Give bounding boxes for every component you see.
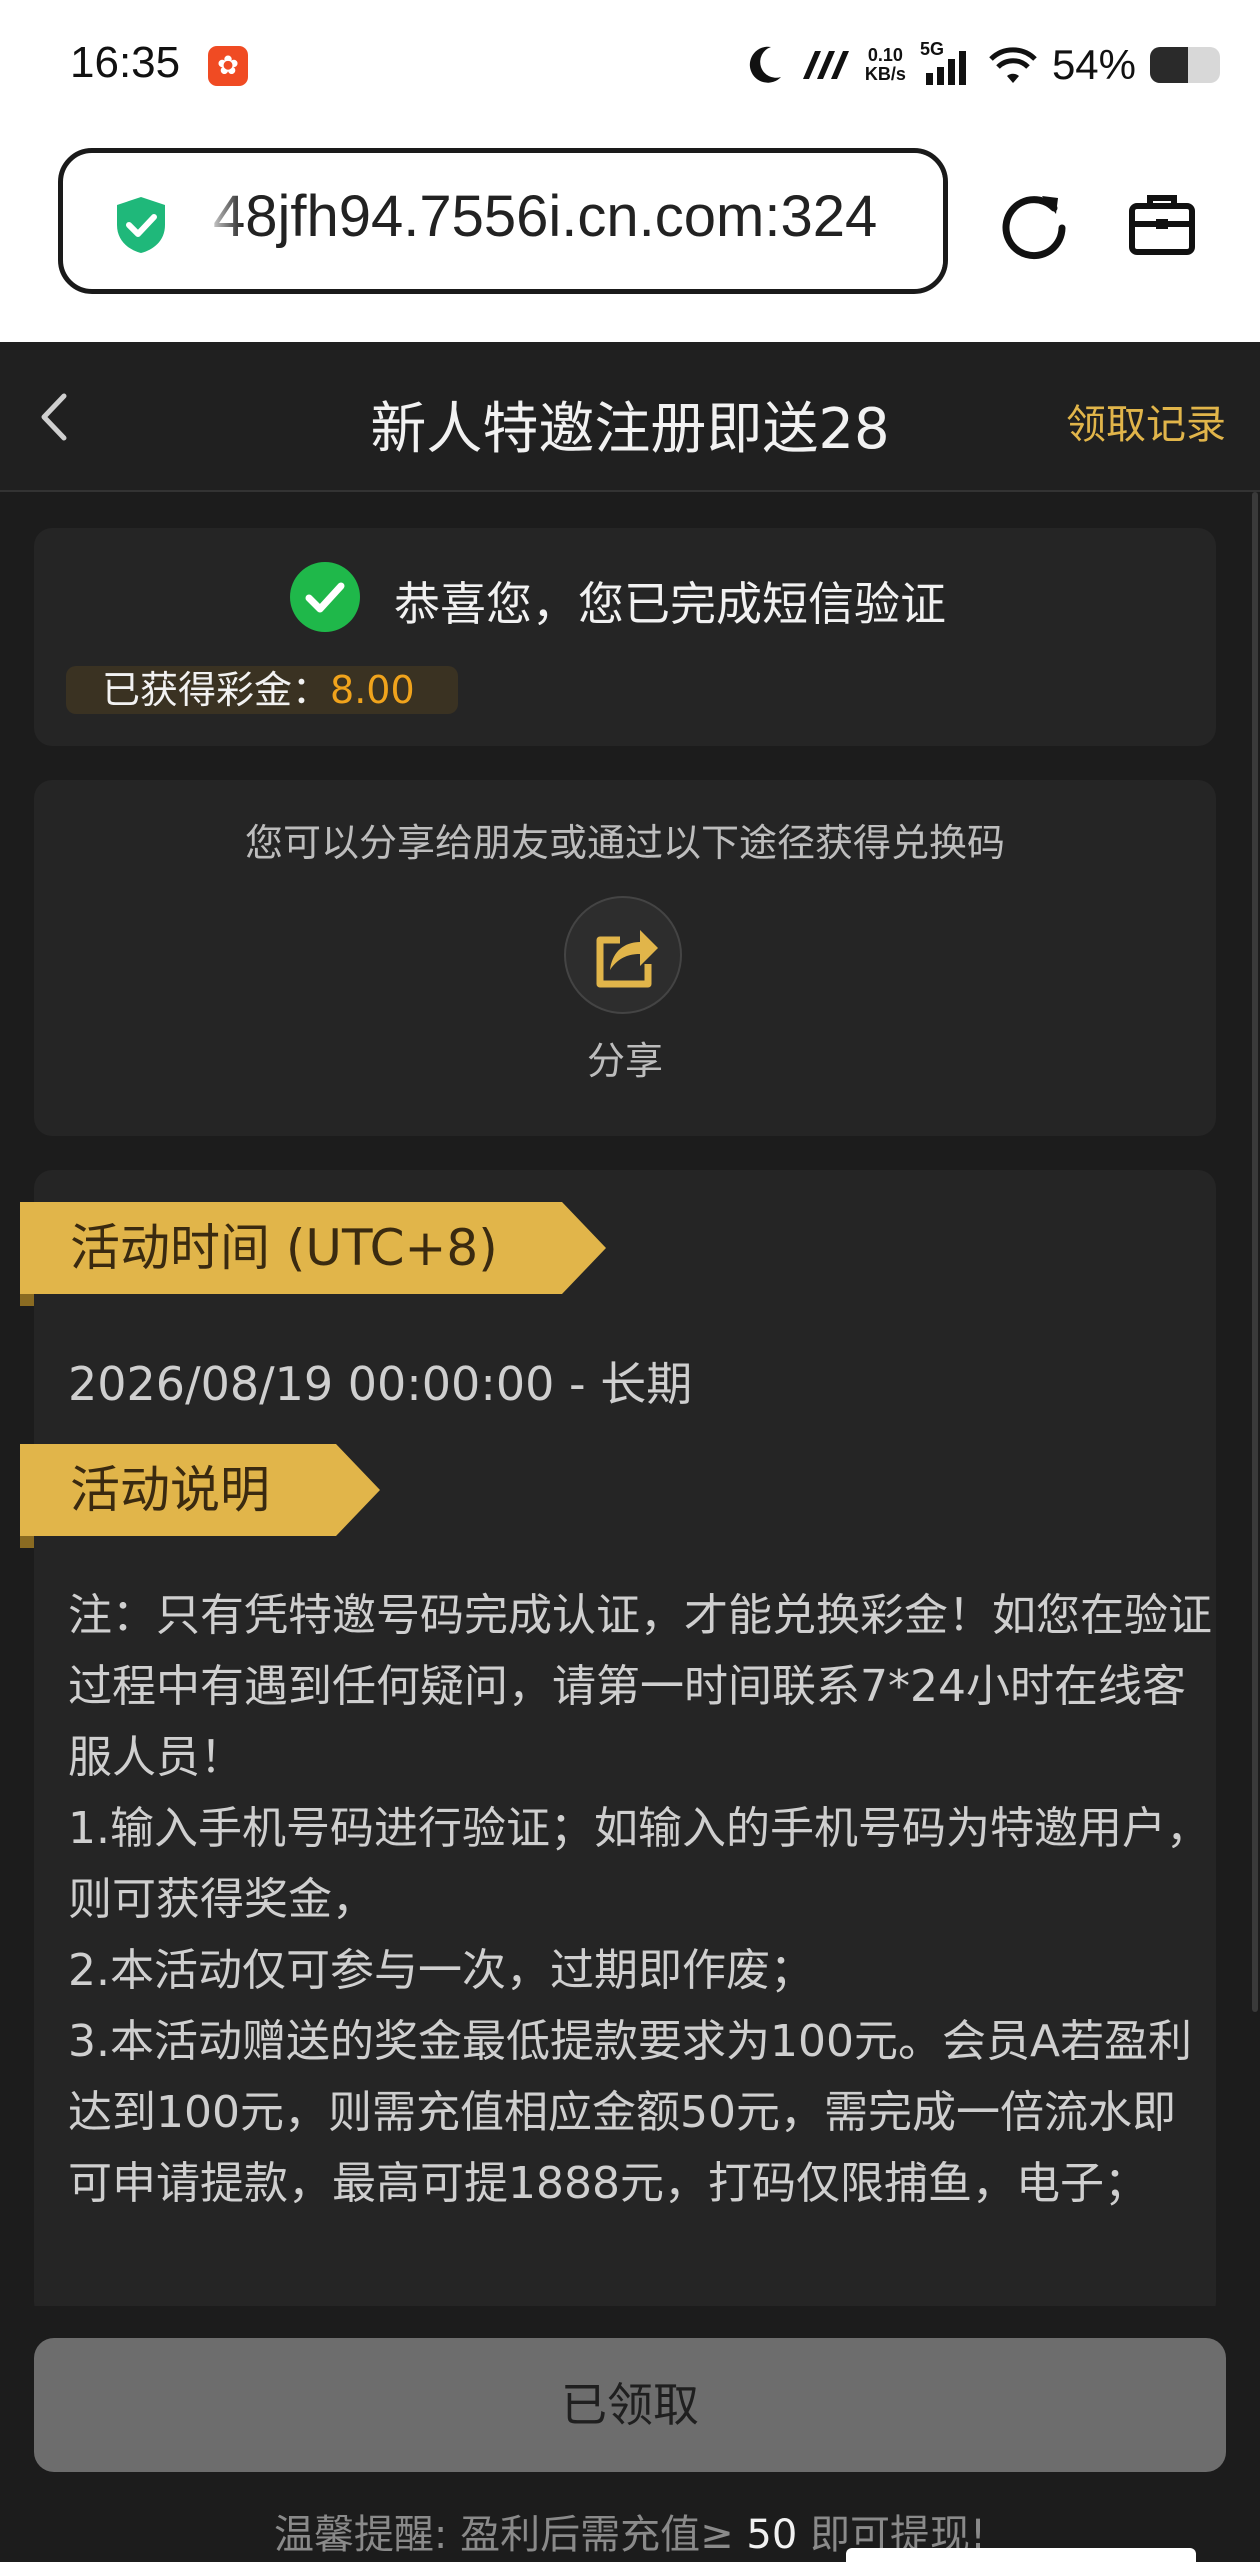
- battery-fill: [1150, 47, 1188, 83]
- share-button[interactable]: [564, 896, 682, 1014]
- share-card: 您可以分享给朋友或通过以下途径获得兑换码 分享: [34, 780, 1216, 1136]
- net-speed-value: 0.10: [867, 45, 903, 65]
- share-hint: 您可以分享给朋友或通过以下途径获得兑换码: [244, 821, 1005, 865]
- activity-time-range: 2026/08/19 00:00:00 - 长期: [68, 1357, 693, 1411]
- activity-card: 活动时间 (UTC+8) 2026/08/19 00:00:00 - 长期 活动…: [20, 1170, 1218, 2320]
- activity-time-heading: 活动时间 (UTC+8): [20, 1202, 606, 1306]
- battery-percent: 54%: [1051, 41, 1136, 88]
- verification-card: 恭喜您，您已完成短信验证 已获得彩金：8.00: [34, 528, 1216, 746]
- status-bar: 16:35 ✿ 0.10 KB/s 5G 54%: [0, 0, 1260, 140]
- reminder-amount: 50: [746, 2512, 798, 2558]
- url-text: 48jfh94.7556i.cn.com:324: [213, 184, 878, 249]
- net-speed-unit: KB/s: [864, 64, 906, 84]
- activity-description-heading: 活动说明: [20, 1444, 380, 1548]
- address-bar[interactable]: 48jfh94.7556i.cn.com:324: [58, 148, 948, 294]
- cell-signal-icon: 5G: [920, 39, 974, 87]
- secure-shield-icon: [117, 197, 165, 253]
- home-indicator: [846, 2548, 1196, 2562]
- browser-toolbar: 48jfh94.7556i.cn.com:324: [0, 140, 1260, 342]
- claimed-button[interactable]: 已领取: [34, 2338, 1226, 2472]
- reminder-prefix: 温馨提醒: 盈利后需充值≥: [273, 2512, 734, 2558]
- scrollbar[interactable]: [1252, 492, 1258, 2012]
- bonus-badge: 已获得彩金：8.00: [66, 666, 458, 714]
- refresh-icon[interactable]: [996, 186, 1072, 262]
- share-icon: [596, 930, 658, 988]
- status-time: 16:35: [70, 38, 181, 87]
- rule-item: 3.本活动赠送的奖金最低提款要求为100元。会员A若盈利达到100元，则需充值相…: [68, 2016, 1193, 2209]
- rule-note: 注：只有凭特邀号码完成认证，才能兑换彩金！如您在验证过程中有遇到任何疑问，请第一…: [68, 1590, 1212, 1783]
- app-notification-icon: ✿: [208, 46, 248, 86]
- activity-rules: 注：只有凭特邀号码完成认证，才能兑换彩金！如您在验证过程中有遇到任何疑问，请第一…: [68, 1580, 1218, 2219]
- check-circle-icon: [290, 562, 360, 632]
- net-speed: 0.10 KB/s: [865, 46, 906, 84]
- bonus-value: 8.00: [330, 668, 415, 712]
- rule-item: 2.本活动仅可参与一次，过期即作废；: [68, 1945, 814, 1996]
- rule-item: 1.输入手机号码进行验证；如输入的手机号码为特邀用户，则可获得奖金，: [68, 1803, 1210, 1925]
- bottom-action-bar: 已领取 温馨提醒: 盈利后需充值≥ 50 即可提现!: [0, 2306, 1260, 2562]
- wifi-icon: [989, 47, 1037, 83]
- status-indicators: 0.10 KB/s 5G 54%: [745, 39, 1220, 90]
- battery-icon: [1150, 47, 1220, 83]
- network-type-icon: [802, 51, 849, 79]
- verification-message: 恭喜您，您已完成短信验证: [394, 577, 946, 631]
- share-label: 分享: [586, 1039, 663, 1083]
- page-header: 新人特邀注册即送28 领取记录: [0, 342, 1260, 492]
- toolbox-icon[interactable]: [1126, 188, 1198, 260]
- bonus-label: 已获得彩金：: [102, 668, 331, 712]
- claim-records-link[interactable]: 领取记录: [1066, 392, 1226, 450]
- moon-icon: [749, 46, 781, 83]
